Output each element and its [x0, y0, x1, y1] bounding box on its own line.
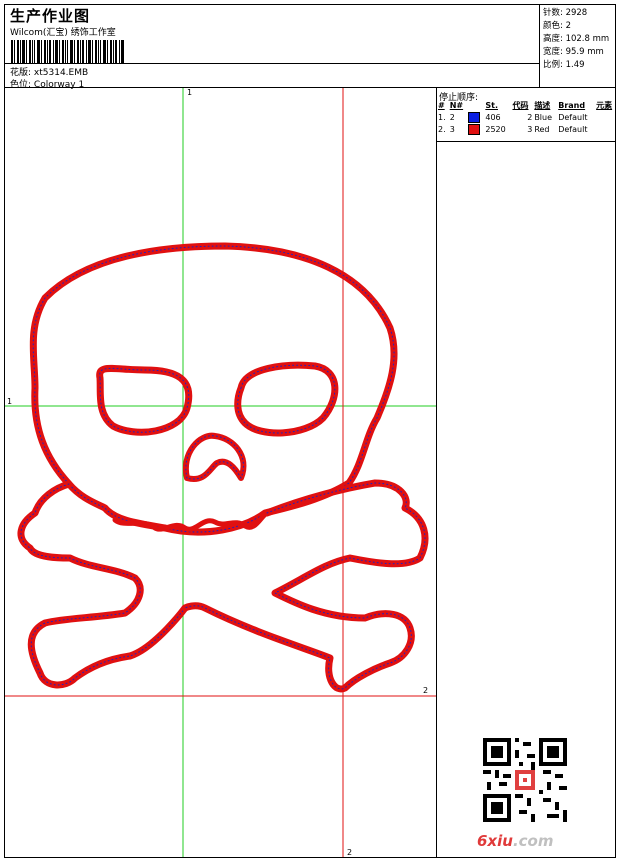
right-eye	[234, 361, 339, 437]
table-divider	[437, 141, 615, 142]
row-swatch	[467, 111, 484, 123]
guide-label-left: 1	[7, 397, 13, 406]
qr-code-icon	[483, 738, 567, 822]
stitches-label: 针数:	[543, 8, 563, 18]
scale-value: 1.49	[565, 60, 585, 70]
row-stitches: 2520	[485, 124, 506, 134]
width-label: 宽度:	[543, 47, 563, 57]
watermark-logo: 6xiu.com	[477, 832, 553, 850]
scale-stat: 比例: 1.49	[543, 58, 585, 70]
table-row[interactable]: 2. 3 2520 3 Red Default	[437, 123, 617, 135]
stitches-stat: 针数: 2928	[543, 6, 587, 18]
stitches-value: 2928	[565, 8, 588, 18]
col-brand: Brand	[558, 101, 586, 110]
colors-stat: 颜色: 2	[543, 19, 571, 31]
guide-label-bottom: 2	[347, 848, 353, 857]
height-value: 102.8 mm	[565, 34, 610, 44]
col-description: 描述	[534, 101, 551, 110]
stop-sequence-panel: 停止顺序: # N# St. 代码 描述 Brand 元素 1. 2 406 2…	[436, 87, 616, 858]
embroidery-preview	[5, 88, 436, 857]
col-code: 代码	[512, 101, 529, 110]
watermark-main: 6xiu	[477, 832, 513, 850]
guide-label-top: 1	[187, 88, 193, 97]
col-swatch	[467, 100, 484, 111]
color-swatch	[468, 123, 481, 135]
row-code: 3	[527, 124, 533, 134]
width-value: 95.9 mm	[565, 47, 604, 57]
nose	[182, 432, 247, 482]
row-brand: Default	[558, 124, 588, 134]
guide-label-right: 2	[423, 686, 429, 695]
design-canvas[interactable]: 1 1 2 2	[4, 87, 437, 858]
row-brand: Default	[558, 112, 588, 122]
row-stitches: 406	[485, 112, 501, 122]
row-swatch	[467, 123, 484, 135]
watermark-suffix: .com	[512, 832, 554, 850]
scale-label: 比例:	[543, 60, 563, 70]
color-table: # N# St. 代码 描述 Brand 元素 1. 2 406 2 Blue …	[437, 100, 617, 135]
row-element	[595, 123, 617, 135]
width-stat: 宽度: 95.9 mm	[543, 45, 604, 57]
left-eye	[96, 364, 193, 436]
col-element: 元素	[596, 101, 613, 110]
page-title: 生产作业图	[10, 7, 91, 25]
row-description: Red	[534, 124, 550, 134]
stats-panel: 针数: 2928 颜色: 2 高度: 102.8 mm 宽度: 95.9 mm …	[539, 4, 616, 88]
col-index: #	[438, 101, 445, 110]
col-needle: N#	[449, 101, 464, 110]
color-swatch	[468, 111, 481, 123]
row-index: 2.	[438, 124, 446, 134]
header-divider	[5, 63, 539, 64]
row-index: 1.	[438, 112, 446, 122]
crossbone-left	[17, 480, 189, 689]
colors-value: 2	[565, 21, 571, 31]
table-row[interactable]: 1. 2 406 2 Blue Default	[437, 111, 617, 123]
row-needle: 3	[449, 124, 455, 134]
row-needle: 2	[449, 112, 455, 122]
colors-label: 颜色:	[543, 21, 563, 31]
crossbone-right	[181, 479, 429, 693]
color-table-header: # N# St. 代码 描述 Brand 元素	[437, 100, 617, 111]
software-subtitle: Wilcom(汇宝) 绣饰工作室	[10, 28, 116, 38]
header-panel: 生产作业图 Wilcom(汇宝) 绣饰工作室 花版: xt5314.EMB 色位…	[4, 4, 540, 90]
row-description: Blue	[534, 112, 553, 122]
row-code: 2	[527, 112, 533, 122]
row-element	[595, 111, 617, 123]
height-stat: 高度: 102.8 mm	[543, 32, 609, 44]
col-stitches: St.	[485, 101, 498, 110]
height-label: 高度:	[543, 34, 563, 44]
barcode-icon	[11, 40, 124, 64]
